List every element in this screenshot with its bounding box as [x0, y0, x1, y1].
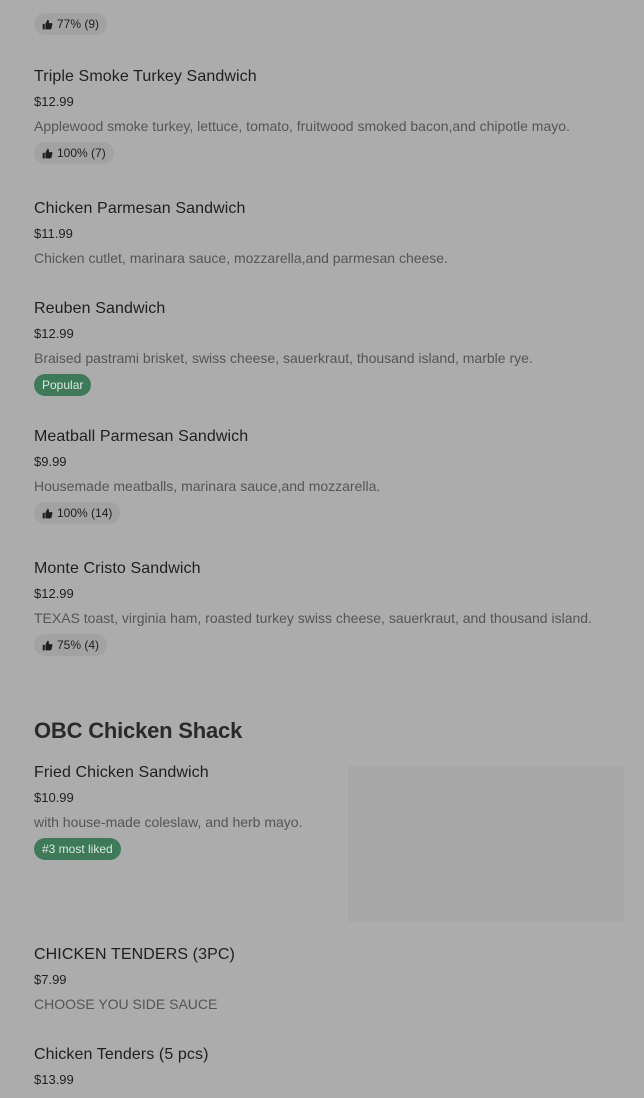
- item-name: Meatball Parmesan Sandwich: [34, 428, 249, 445]
- item-price: $11.99: [34, 226, 73, 241]
- menu-item[interactable]: Reuben Sandwich $12.99 Braised pastrami …: [34, 300, 624, 396]
- rating-pill: 75% (4): [34, 634, 108, 656]
- item-price: $12.99: [34, 326, 74, 341]
- item-price: $13.99: [34, 1072, 74, 1087]
- rating-pill: 77% (9): [34, 13, 108, 35]
- item-description: Braised pastrami brisket, swiss cheese, …: [34, 350, 533, 366]
- item-price: $12.99: [34, 94, 74, 109]
- item-name: Fried Chicken Sandwich: [34, 764, 209, 781]
- rating-pill: 100% (14): [34, 502, 121, 524]
- most-liked-badge: #3 most liked: [34, 838, 121, 860]
- item-description: TEXAS toast, virginia ham, roasted turke…: [34, 610, 592, 626]
- popular-badge: Popular: [34, 374, 92, 396]
- item-description: Chicken cutlet, marinara sauce, mozzarel…: [34, 250, 448, 266]
- thumbs-up-icon: [42, 640, 53, 650]
- menu-item[interactable]: Chicken Tenders (5 pcs) $13.99: [34, 1046, 624, 1087]
- menu-item[interactable]: Fried Chicken Sandwich $10.99 with house…: [34, 764, 324, 860]
- item-description: Housemade meatballs, marinara sauce,and …: [34, 478, 381, 494]
- item-name: Chicken Parmesan Sandwich: [34, 200, 246, 217]
- item-name: Triple Smoke Turkey Sandwich: [34, 68, 257, 85]
- rating-text: 75% (4): [57, 638, 100, 652]
- item-price: $12.99: [34, 586, 74, 601]
- item-description: Applewood smoke turkey, lettuce, tomato,…: [34, 118, 570, 134]
- menu-item[interactable]: CHICKEN TENDERS (3PC) $7.99 CHOOSE YOU S…: [34, 946, 624, 1012]
- item-name: Chicken Tenders (5 pcs): [34, 1046, 209, 1063]
- item-description: with house-made coleslaw, and herb mayo.: [34, 814, 303, 830]
- item-name: Reuben Sandwich: [34, 300, 166, 317]
- item-price: $7.99: [34, 972, 67, 987]
- item-price: $9.99: [34, 454, 67, 469]
- item-price: $10.99: [34, 790, 74, 805]
- menu-item[interactable]: Meatball Parmesan Sandwich $9.99 Housema…: [34, 428, 624, 524]
- item-name: Monte Cristo Sandwich: [34, 560, 201, 577]
- rating-text: 100% (7): [57, 146, 106, 160]
- item-image-placeholder[interactable]: [348, 766, 624, 922]
- menu-item[interactable]: Chicken Parmesan Sandwich $11.99 Chicken…: [34, 200, 624, 266]
- thumbs-up-icon: [42, 19, 53, 29]
- thumbs-up-icon: [42, 508, 53, 518]
- thumbs-up-icon: [42, 148, 53, 158]
- item-description: CHOOSE YOU SIDE SAUCE: [34, 996, 218, 1012]
- section-title: OBC Chicken Shack: [34, 718, 243, 743]
- menu-item[interactable]: 77% (9): [34, 5, 624, 35]
- menu-item[interactable]: Monte Cristo Sandwich $12.99 TEXAS toast…: [34, 560, 624, 656]
- menu-item[interactable]: Triple Smoke Turkey Sandwich $12.99 Appl…: [34, 68, 624, 164]
- rating-text: 100% (14): [57, 506, 113, 520]
- rating-pill: 100% (7): [34, 142, 114, 164]
- rating-text: 77% (9): [57, 17, 100, 31]
- item-name: CHICKEN TENDERS (3PC): [34, 946, 235, 963]
